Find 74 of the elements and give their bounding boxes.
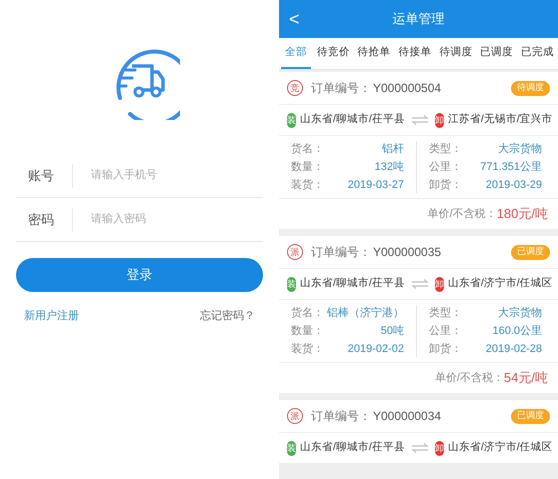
detail-value: 铝棒（济宁港） bbox=[327, 306, 404, 321]
password-label: 密码 bbox=[27, 210, 55, 229]
order-number: Y000000035 bbox=[373, 244, 442, 261]
detail-label: 货名： bbox=[291, 142, 324, 157]
price-value: 180元/吨 bbox=[496, 205, 548, 224]
detail-label: 卸货： bbox=[429, 178, 462, 193]
phone-input[interactable]: 请输入手机号 bbox=[91, 167, 263, 184]
tab[interactable]: 全部 bbox=[280, 38, 311, 69]
detail-value: 大宗货物 bbox=[498, 142, 542, 157]
forgot-password-link[interactable]: 忘记密码？ bbox=[200, 308, 255, 324]
detail-value: 2019-02-02 bbox=[348, 342, 404, 357]
swap-icon bbox=[410, 279, 429, 289]
detail-label: 数量： bbox=[291, 160, 324, 175]
tab[interactable]: 待接单 bbox=[396, 38, 434, 69]
status-badge: 已调度 bbox=[511, 244, 550, 260]
password-input[interactable]: 请输入密码 bbox=[91, 211, 263, 228]
destination-text: 江苏省/无锡市/宜兴市 bbox=[448, 112, 553, 128]
detail-value: 2019-03-27 bbox=[348, 178, 404, 193]
detail-value: 2019-02-28 bbox=[486, 342, 542, 357]
unload-badge: 卸 bbox=[434, 276, 444, 292]
order-number-label: 订单编号： bbox=[311, 408, 371, 425]
detail-label: 货名： bbox=[291, 306, 324, 321]
unload-badge: 卸 bbox=[434, 112, 444, 128]
origin-text: 山东省/聊城市/茌平县 bbox=[300, 440, 405, 456]
detail-value: 大宗货物 bbox=[498, 306, 542, 321]
account-label: 账号 bbox=[27, 166, 55, 185]
origin-text: 山东省/聊城市/茌平县 bbox=[300, 276, 405, 292]
detail-value: 铝杆 bbox=[382, 142, 404, 157]
load-badge: 装 bbox=[287, 112, 296, 128]
order-type-badge: 派 bbox=[287, 244, 303, 260]
order-number: Y000000504 bbox=[373, 80, 442, 97]
detail-label: 数量： bbox=[291, 324, 324, 339]
status-badge: 已调度 bbox=[511, 408, 550, 424]
order-card[interactable]: 竞 订单编号： Y000000504 待调度 装 山东省/聊城市/茌平县 卸 江苏省/无锡市/宜兴市 货名： 铝杆 数量： 132吨 装货： 2019-03-27 类型： 大宗货物 公里： 771.351公里 卸货： 2019-03-29 单价/不含税：180元/吨 bbox=[279, 72, 558, 229]
order-number: Y000000034 bbox=[373, 408, 442, 425]
origin-text: 山东省/聊城市/茌平县 bbox=[300, 112, 405, 128]
detail-label: 类型： bbox=[429, 306, 462, 321]
detail-label: 类型： bbox=[429, 142, 462, 157]
register-link[interactable]: 新用户注册 bbox=[24, 308, 79, 324]
order-type-badge: 竞 bbox=[287, 80, 303, 96]
tab[interactable]: 已完成 bbox=[518, 38, 556, 69]
destination-text: 山东省/济宁市/任城区 bbox=[448, 276, 553, 292]
page-title: 运单管理 bbox=[392, 10, 444, 28]
back-button[interactable]: < bbox=[289, 6, 300, 32]
tab[interactable]: 已调度 bbox=[478, 38, 516, 69]
price-label: 单价/不含税： bbox=[434, 370, 504, 386]
login-button[interactable]: 登录 bbox=[16, 258, 263, 292]
detail-value: 50吨 bbox=[380, 324, 404, 339]
order-type-badge: 派 bbox=[287, 408, 303, 424]
detail-value: 160.0公里 bbox=[492, 324, 542, 339]
status-badge: 待调度 bbox=[511, 80, 550, 96]
price-value: 54元/吨 bbox=[504, 369, 548, 388]
tab[interactable]: 待抢单 bbox=[356, 38, 393, 69]
tab[interactable]: 待竞价 bbox=[314, 38, 352, 69]
detail-label: 卸货： bbox=[429, 342, 462, 357]
order-card[interactable]: 派 订单编号： Y000000035 已调度 装 山东省/聊城市/茌平县 卸 山东省/济宁市/任城区 货名： 铝棒（济宁港） 数量： 50吨 装货： 2019-02-02 类型： 大宗货物 公里： 160.0公里 卸货： 2019-02-28 单价/不含税：54元/吨 bbox=[279, 236, 558, 393]
order-card[interactable]: 派 订单编号： Y000000034 已调度 装 山东省/聊城市/茌平县 卸 山东省/济宁市/任城区 bbox=[279, 400, 558, 464]
order-number-label: 订单编号： bbox=[311, 244, 371, 261]
tab[interactable]: 待调度 bbox=[437, 38, 474, 69]
detail-label: 公里： bbox=[429, 160, 462, 175]
swap-icon bbox=[410, 115, 429, 125]
price-label: 单价/不含税： bbox=[428, 206, 497, 222]
unload-badge: 卸 bbox=[434, 440, 444, 456]
destination-text: 山东省/济宁市/任城区 bbox=[448, 440, 553, 456]
detail-value: 771.351公里 bbox=[480, 160, 542, 175]
load-badge: 装 bbox=[287, 276, 296, 292]
detail-value: 2019-03-29 bbox=[486, 178, 542, 193]
detail-label: 装货： bbox=[291, 178, 324, 193]
swap-icon bbox=[410, 443, 429, 453]
detail-label: 装货： bbox=[291, 342, 324, 357]
load-badge: 装 bbox=[287, 440, 296, 456]
detail-value: 132吨 bbox=[374, 160, 404, 175]
detail-label: 公里： bbox=[429, 324, 462, 339]
order-number-label: 订单编号： bbox=[311, 80, 371, 97]
